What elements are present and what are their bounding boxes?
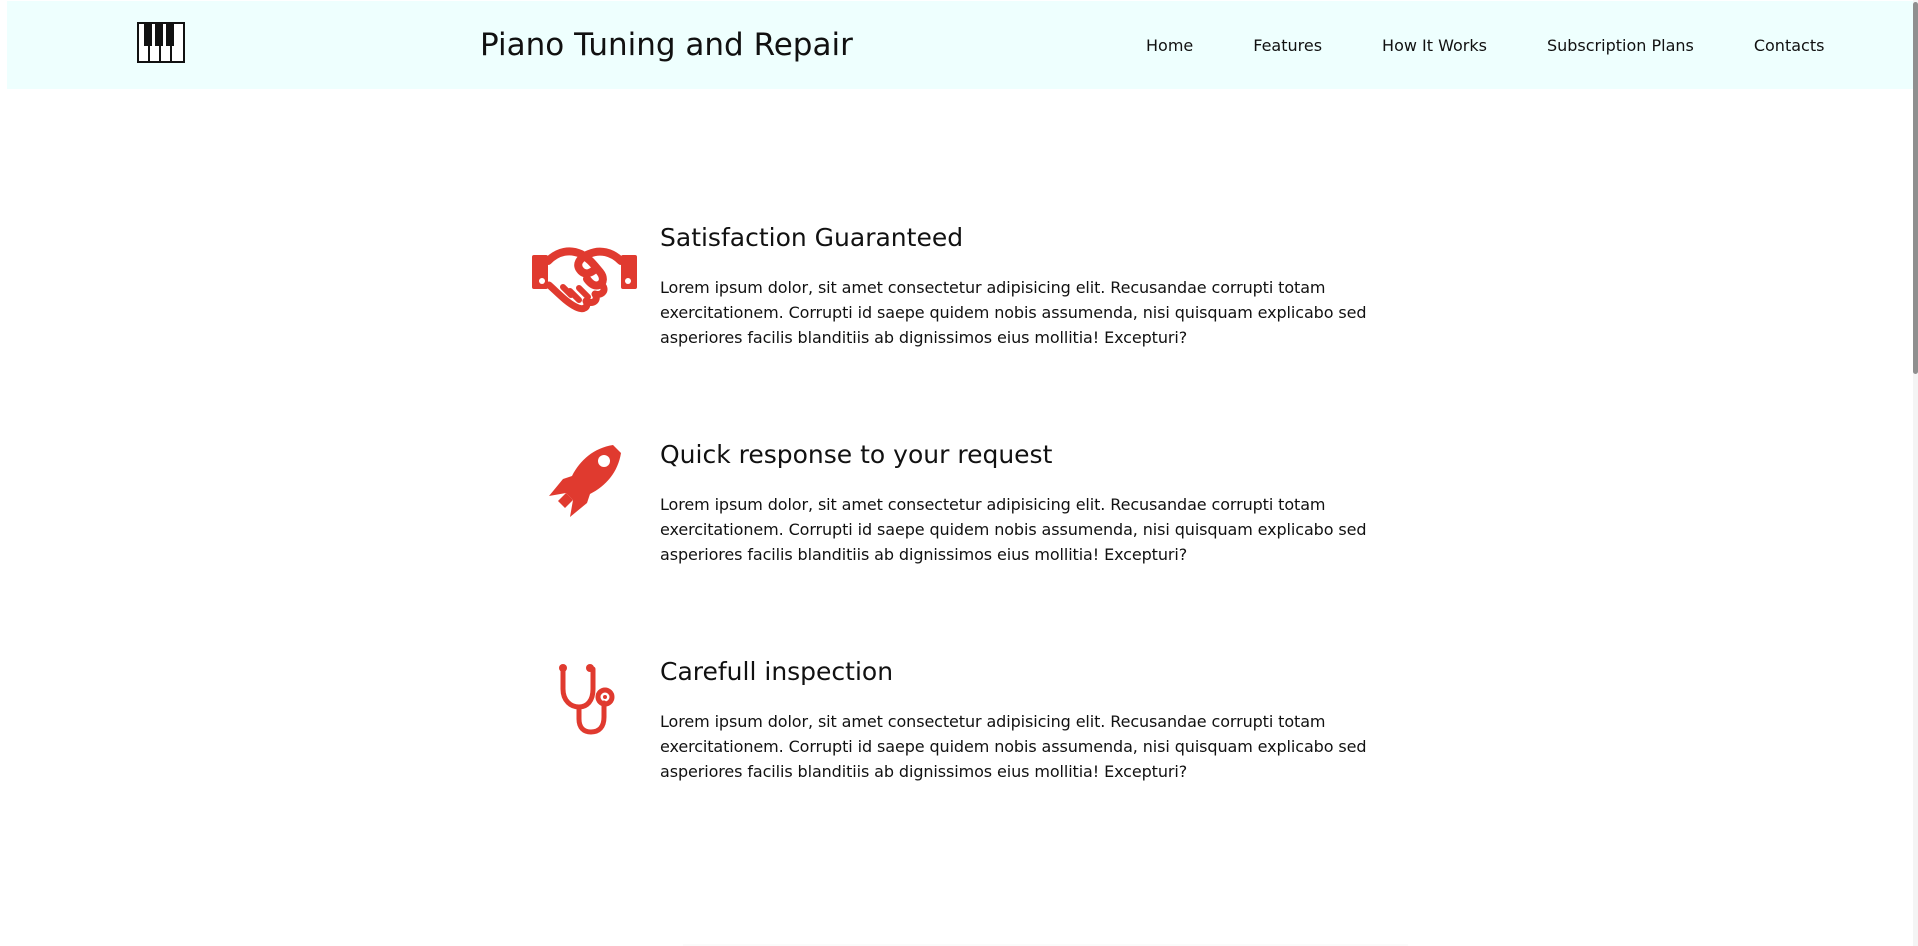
piano-black-key: [166, 24, 174, 46]
nav-subscription-plans-link[interactable]: Subscription Plans: [1547, 34, 1694, 58]
feature-satisfaction: Satisfaction Guaranteed Lorem ipsum dolo…: [532, 220, 1392, 370]
feature-quick-response: Quick response to your request Lorem ips…: [532, 437, 1392, 587]
feature-description: Lorem ipsum dolor, sit amet consectetur …: [660, 495, 1367, 564]
nav-contacts-link[interactable]: Contacts: [1754, 34, 1825, 58]
feature-title: Quick response to your request: [660, 440, 1053, 469]
main-navigation: Home Features How It Works Subscription …: [1146, 33, 1824, 59]
page-title: Piano Tuning and Repair: [480, 27, 853, 63]
nav-home-link[interactable]: Home: [1146, 34, 1193, 58]
feature-title: Satisfaction Guaranteed: [660, 223, 964, 252]
landing-page: Piano Tuning and Repair Home Features Ho…: [0, 0, 1918, 946]
nav-how-it-works-link[interactable]: How It Works: [1382, 34, 1487, 58]
feature-title: Carefull inspection: [660, 657, 894, 686]
scrollbar-thumb[interactable]: [1913, 2, 1918, 374]
rocket-icon: [532, 431, 638, 531]
feature-description: Lorem ipsum dolor, sit amet consectetur …: [660, 278, 1367, 347]
feature-description: Lorem ipsum dolor, sit amet consectetur …: [660, 712, 1367, 781]
nav-features-link[interactable]: Features: [1253, 34, 1322, 58]
handshake-icon: [532, 228, 638, 328]
piano-black-key: [144, 24, 152, 46]
piano-black-key: [155, 24, 163, 46]
stethoscope-icon: [532, 648, 638, 748]
page-scrollbar[interactable]: [1913, 0, 1918, 946]
site-header: Piano Tuning and Repair Home Features Ho…: [7, 1, 1918, 89]
piano-keys-icon[interactable]: [137, 22, 185, 63]
feature-inspection: Carefull inspection Lorem ipsum dolor, s…: [532, 654, 1392, 804]
